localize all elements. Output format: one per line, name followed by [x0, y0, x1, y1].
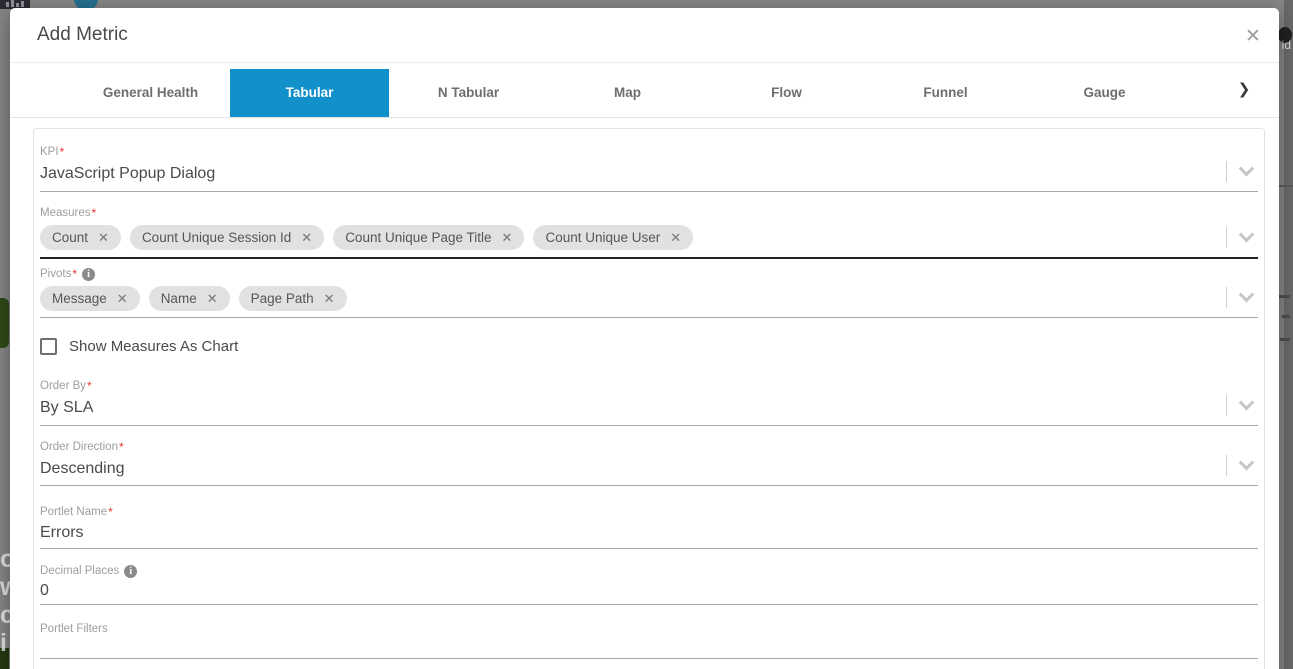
required-marker: * — [87, 380, 92, 393]
tab-flow[interactable]: Flow — [707, 69, 866, 117]
portlet-filters-field: Portlet Filters — [40, 605, 1258, 659]
info-icon[interactable]: i — [124, 565, 137, 578]
measure-chip[interactable]: Count Unique Session Id ✕ — [130, 225, 324, 250]
chip-remove-icon[interactable]: ✕ — [98, 230, 109, 246]
tab-tabular[interactable]: Tabular — [230, 69, 389, 117]
kpi-field: KPI* JavaScript Popup Dialog — [40, 129, 1258, 192]
tab-map[interactable]: Map — [548, 69, 707, 117]
background-page-fragment — [1282, 315, 1290, 318]
pivots-field: Pivots* i Message ✕ Name ✕ Page Path ✕ — [40, 259, 1258, 318]
required-marker: * — [119, 441, 124, 454]
portlet-name-label: Portlet Name* — [40, 506, 1258, 519]
background-page-fragment — [1277, 185, 1293, 187]
measures-label: Measures* — [40, 207, 1258, 220]
background-page-fragment — [1279, 295, 1290, 298]
chevron-down-icon[interactable] — [1239, 287, 1255, 303]
portlet-filters-label: Portlet Filters — [40, 623, 1258, 636]
portlet-name-input[interactable]: Errors — [40, 523, 1258, 543]
measure-chip[interactable]: Count ✕ — [40, 225, 121, 250]
background-page-fragment — [1280, 338, 1290, 341]
kpi-select-value[interactable]: JavaScript Popup Dialog — [40, 164, 1258, 184]
required-marker: * — [92, 207, 97, 220]
chip-remove-icon[interactable]: ✕ — [117, 291, 128, 307]
tab-gauge[interactable]: Gauge — [1025, 69, 1184, 117]
measures-select-adornment — [1226, 227, 1252, 248]
pivot-chip[interactable]: Message ✕ — [40, 286, 140, 311]
kpi-label: KPI* — [40, 146, 1258, 159]
tabular-form-panel: KPI* JavaScript Popup Dialog Measures* C… — [33, 128, 1265, 669]
dialog-title: Add Metric — [37, 24, 128, 46]
order-by-field: Order By* By SLA — [40, 356, 1258, 426]
chip-remove-icon[interactable]: ✕ — [502, 230, 513, 246]
required-marker: * — [108, 506, 113, 519]
mini-bar-chart-icon — [6, 0, 24, 7]
tabs-overflow-next-icon[interactable]: ❯ — [1231, 77, 1257, 103]
required-marker: * — [60, 146, 65, 159]
kpi-select-adornment — [1226, 161, 1252, 182]
add-metric-dialog: Add Metric ✕ General Health Tabular N Ta… — [10, 8, 1279, 669]
pivot-chip[interactable]: Name ✕ — [149, 286, 230, 311]
chip-remove-icon[interactable]: ✕ — [301, 230, 312, 246]
tab-funnel[interactable]: Funnel — [866, 69, 1025, 117]
dialog-header: Add Metric ✕ — [10, 8, 1279, 63]
order-direction-select-value[interactable]: Descending — [40, 459, 1258, 479]
chip-remove-icon[interactable]: ✕ — [670, 230, 681, 246]
select-separator — [1226, 161, 1227, 182]
order-direction-select-adornment — [1226, 455, 1252, 476]
measures-field: Measures* Count ✕ Count Unique Session I… — [40, 192, 1258, 259]
decimal-places-input[interactable]: 0 — [40, 581, 1258, 600]
chevron-down-icon[interactable] — [1239, 395, 1255, 411]
pivots-chips: Message ✕ Name ✕ Page Path ✕ — [40, 286, 1258, 311]
show-measures-as-chart-checkbox[interactable] — [40, 338, 57, 355]
metric-type-tabs: General Health Tabular N Tabular Map Flo… — [10, 63, 1279, 118]
decimal-places-label: Decimal Places i — [40, 565, 1258, 578]
chevron-down-icon[interactable] — [1239, 455, 1255, 471]
background-text-fragments: o w c i — [0, 545, 10, 657]
order-direction-field: Order Direction* Descending — [40, 426, 1258, 486]
order-direction-label: Order Direction* — [40, 441, 1258, 454]
select-separator — [1226, 287, 1227, 308]
select-separator — [1226, 227, 1227, 248]
background-page-fragment — [0, 298, 9, 348]
chevron-down-icon[interactable] — [1239, 161, 1255, 177]
measure-chip[interactable]: Count Unique User ✕ — [533, 225, 693, 250]
chevron-down-icon[interactable] — [1239, 227, 1255, 243]
order-by-label: Order By* — [40, 380, 1258, 393]
order-by-select-adornment — [1226, 395, 1252, 416]
show-measures-as-chart-label: Show Measures As Chart — [69, 338, 238, 355]
pivots-label: Pivots* i — [40, 268, 1258, 281]
pivots-select-adornment — [1226, 287, 1252, 308]
decimal-places-field: Decimal Places i 0 — [40, 549, 1258, 605]
select-separator — [1226, 395, 1227, 416]
close-icon[interactable]: ✕ — [1241, 25, 1265, 49]
chip-remove-icon[interactable]: ✕ — [207, 291, 218, 307]
chip-remove-icon[interactable]: ✕ — [324, 291, 335, 307]
select-separator — [1226, 455, 1227, 476]
show-measures-as-chart-row: Show Measures As Chart — [40, 337, 1258, 356]
measures-chips: Count ✕ Count Unique Session Id ✕ Count … — [40, 225, 1258, 250]
tab-n-tabular[interactable]: N Tabular — [389, 69, 548, 117]
background-page-fragment — [1284, 0, 1293, 669]
background-text-fragment: id — [1282, 38, 1291, 52]
order-by-select-value[interactable]: By SLA — [40, 398, 1258, 418]
info-icon[interactable]: i — [82, 268, 95, 281]
pivot-chip[interactable]: Page Path ✕ — [239, 286, 347, 311]
portlet-name-field: Portlet Name* Errors — [40, 486, 1258, 549]
tab-general-health[interactable]: General Health — [71, 69, 230, 117]
required-marker: * — [72, 268, 77, 281]
measure-chip[interactable]: Count Unique Page Title ✕ — [333, 225, 524, 250]
portlet-filters-input[interactable] — [40, 636, 1258, 658]
